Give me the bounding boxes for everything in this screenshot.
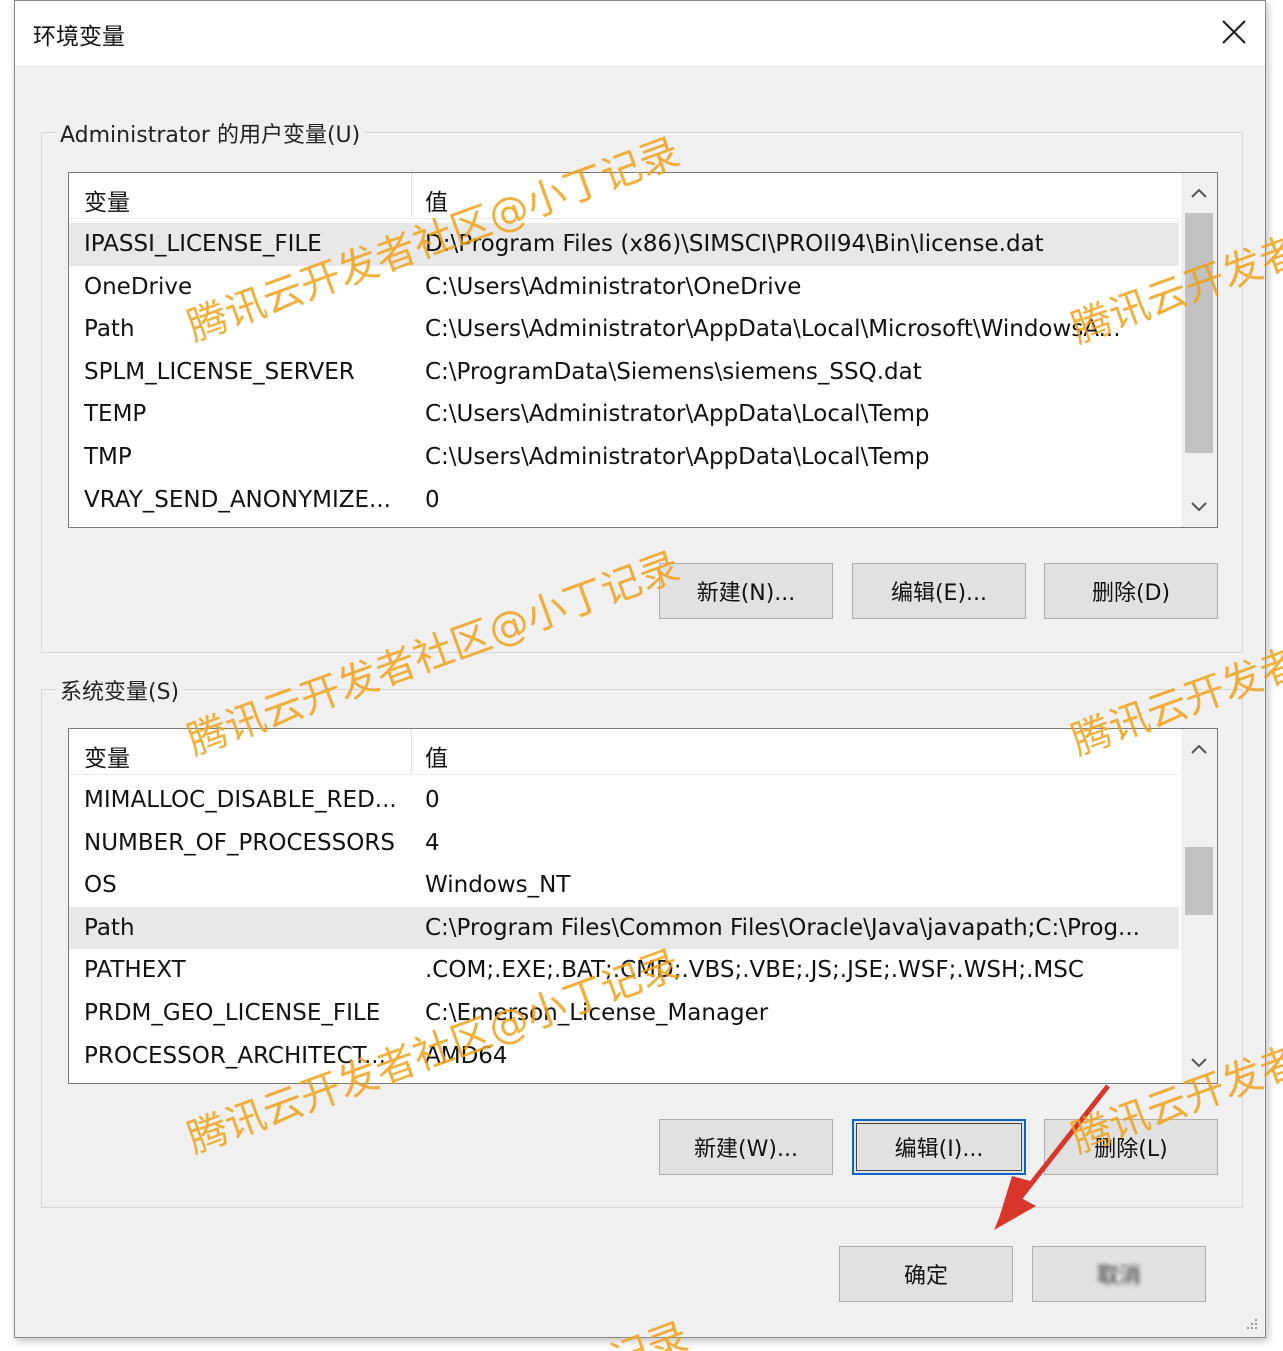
column-header-value[interactable]: 值 — [425, 183, 448, 217]
cancel-button[interactable]: 取消 — [1032, 1246, 1206, 1302]
system-variable-row[interactable]: MIMALLOC_DISABLE_RED... 0 — [69, 779, 1179, 822]
user-variables-legend: Administrator 的用户变量(U) — [56, 117, 365, 149]
system-variable-row[interactable]: PRDM_GEO_LICENSE_FILE C:\Emerson_License_… — [69, 992, 1179, 1035]
variable-name: MIMALLOC_DISABLE_RED... — [84, 787, 397, 813]
variable-value: Windows_NT — [425, 872, 571, 899]
variable-name: Path — [84, 316, 135, 343]
variable-value: AMD64 — [425, 1042, 508, 1069]
column-header-variable[interactable]: 变量 — [84, 183, 130, 217]
user-variable-row[interactable]: Path C:\Users\Administrator\AppData\Local… — [69, 308, 1179, 351]
system-variables-list[interactable]: 变量 值 MIMALLOC_DISABLE_RED... 0 NUMBER_OF_P… — [68, 728, 1218, 1084]
scroll-thumb[interactable] — [1185, 847, 1213, 915]
system-variable-row[interactable]: NUMBER_OF_PROCESSORS 4 — [69, 822, 1179, 865]
system-variable-row[interactable]: OS Windows_NT — [69, 864, 1179, 907]
column-header-value[interactable]: 值 — [425, 739, 448, 773]
scroll-up-button[interactable] — [1181, 731, 1217, 767]
user-edit-button[interactable]: 编辑(E)... — [852, 563, 1026, 619]
user-variable-row[interactable]: SPLM_LICENSE_SERVER C:\ProgramData\Siemen… — [69, 351, 1179, 394]
column-header-variable[interactable]: 变量 — [84, 739, 130, 773]
column-divider[interactable] — [411, 729, 412, 775]
title-bar: 环境变量 — [15, 1, 1265, 65]
variable-value: C:\Users\Administrator\AppData\Local\Tem… — [425, 443, 930, 470]
variable-value: C:\Users\Administrator\OneDrive — [425, 273, 802, 300]
dialog-title: 环境变量 — [33, 24, 125, 50]
user-variable-row[interactable]: TEMP C:\Users\Administrator\AppData\Local… — [69, 393, 1179, 436]
user-delete-button[interactable]: 删除(D) — [1044, 563, 1218, 619]
user-new-button[interactable]: 新建(N)... — [659, 563, 833, 619]
variable-name: PATHEXT — [84, 957, 186, 984]
variable-name: PRDM_GEO_LICENSE_FILE — [84, 999, 381, 1026]
user-variables-list[interactable]: 变量 值 IPASSI_LICENSE_FILE D:\Program Files… — [68, 172, 1218, 528]
user-variables-rows: IPASSI_LICENSE_FILE D:\Program Files (x86… — [69, 223, 1179, 521]
list-header: 变量 值 — [69, 173, 1179, 219]
variable-name: NUMBER_OF_PROCESSORS — [84, 829, 395, 856]
variable-name: VRAY_SEND_ANONYMIZE... — [84, 486, 391, 513]
chevron-up-icon — [1191, 188, 1207, 198]
vertical-scrollbar[interactable] — [1181, 173, 1217, 527]
user-variable-row[interactable]: OneDrive C:\Users\Administrator\OneDrive — [69, 266, 1179, 309]
variable-value: C:\Users\Administrator\AppData\Local\Mic… — [425, 316, 1121, 343]
scroll-down-button[interactable] — [1181, 489, 1217, 525]
variable-name: TMP — [84, 443, 132, 470]
system-delete-button[interactable]: 删除(L) — [1044, 1119, 1218, 1175]
chevron-up-icon — [1191, 744, 1207, 754]
system-variables-legend: 系统变量(S) — [56, 674, 184, 706]
scroll-up-button[interactable] — [1181, 175, 1217, 211]
system-variables-rows: MIMALLOC_DISABLE_RED... 0 NUMBER_OF_PROCES… — [69, 779, 1179, 1077]
variable-name: OS — [84, 872, 117, 899]
variable-value: .COM;.EXE;.BAT;.CMD;.VBS;.VBE;.JS;.JSE;.… — [425, 957, 1084, 984]
close-icon — [1222, 20, 1246, 44]
user-variables-group: Administrator 的用户变量(U) 变量 值 IPASSI_LICEN… — [41, 117, 1243, 653]
resize-grip-icon[interactable] — [1243, 1315, 1259, 1331]
variable-value: C:\Program Files\Common Files\Oracle\Jav… — [425, 914, 1140, 941]
variable-value: D:\Program Files (x86)\SIMSCI\PROII94\Bi… — [425, 231, 1044, 257]
user-variable-row[interactable]: TMP C:\Users\Administrator\AppData\Local\… — [69, 436, 1179, 479]
variable-value: C:\Users\Administrator\AppData\Local\Tem… — [425, 401, 930, 428]
variable-value: 0 — [425, 787, 440, 813]
variable-name: PROCESSOR_ARCHITECT... — [84, 1042, 386, 1069]
scroll-thumb[interactable] — [1185, 213, 1213, 453]
list-header: 变量 值 — [69, 729, 1179, 775]
variable-value: C:\ProgramData\Siemens\siemens_SSQ.dat — [425, 358, 922, 385]
variable-name: IPASSI_LICENSE_FILE — [84, 231, 322, 257]
chevron-down-icon — [1191, 1058, 1207, 1068]
system-variable-row[interactable]: Path C:\Program Files\Common Files\Oracle… — [69, 906, 1179, 950]
system-edit-button[interactable]: 编辑(I)... — [852, 1119, 1026, 1175]
user-variable-row[interactable]: VRAY_SEND_ANONYMIZE... 0 — [69, 479, 1179, 522]
system-variable-row[interactable]: PATHEXT .COM;.EXE;.BAT;.CMD;.VBS;.VBE;.JS… — [69, 949, 1179, 992]
variable-name: SPLM_LICENSE_SERVER — [84, 358, 355, 385]
variable-value: 0 — [425, 486, 440, 513]
chevron-down-icon — [1191, 502, 1207, 512]
environment-variables-dialog: 环境变量 Administrator 的用户变量(U) 变量 值 IPASSI_… — [14, 0, 1266, 1338]
variable-name: OneDrive — [84, 273, 193, 300]
close-button[interactable] — [1203, 1, 1265, 63]
vertical-scrollbar[interactable] — [1181, 729, 1217, 1083]
user-variable-row[interactable]: IPASSI_LICENSE_FILE D:\Program Files (x86… — [69, 223, 1179, 266]
variable-name: Path — [84, 914, 135, 941]
ok-button[interactable]: 确定 — [839, 1246, 1013, 1302]
column-divider[interactable] — [411, 173, 412, 219]
variable-value: C:\Emerson_License_Manager — [425, 999, 769, 1026]
variable-value: 4 — [425, 829, 440, 856]
cancel-label: 取消 — [1096, 1264, 1141, 1289]
system-variable-row[interactable]: PROCESSOR_ARCHITECT... AMD64 — [69, 1035, 1179, 1078]
scroll-down-button[interactable] — [1181, 1045, 1217, 1081]
system-variables-group: 系统变量(S) 变量 值 MIMALLOC_DISABLE_RED... 0 NUM… — [41, 674, 1243, 1208]
variable-name: TEMP — [84, 401, 147, 428]
system-new-button[interactable]: 新建(W)... — [659, 1119, 833, 1175]
